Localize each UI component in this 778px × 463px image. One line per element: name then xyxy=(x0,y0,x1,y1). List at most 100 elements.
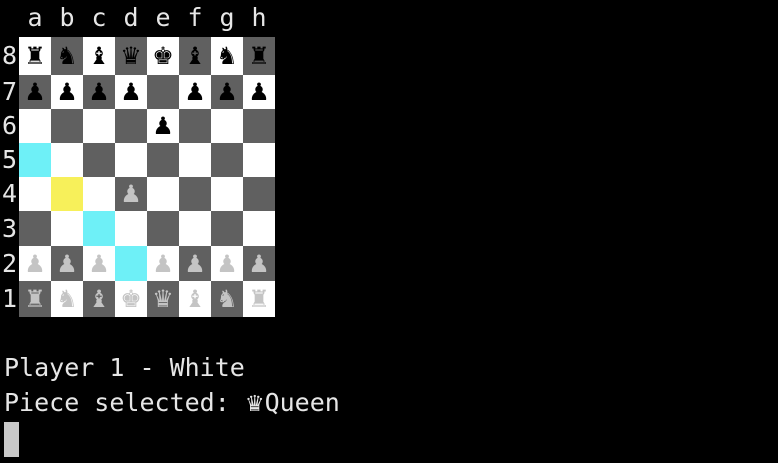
square-d1[interactable]: ♚ xyxy=(115,281,147,317)
square-h2[interactable]: ♟ xyxy=(243,246,275,281)
white-pawn-icon[interactable]: ♟ xyxy=(152,252,174,276)
square-g6[interactable] xyxy=(211,109,243,143)
white-pawn-icon[interactable]: ♟ xyxy=(216,252,238,276)
black-pawn-icon[interactable]: ♟ xyxy=(120,80,142,104)
square-g4[interactable] xyxy=(211,177,243,211)
black-bishop-icon[interactable]: ♝ xyxy=(88,44,110,68)
white-pawn-icon[interactable]: ♟ xyxy=(88,252,110,276)
square-h7[interactable]: ♟ xyxy=(243,75,275,109)
square-f6[interactable] xyxy=(179,109,211,143)
square-a8[interactable]: ♜ xyxy=(19,37,51,75)
square-e4[interactable] xyxy=(147,177,179,211)
black-pawn-icon[interactable]: ♟ xyxy=(184,80,206,104)
square-g3[interactable] xyxy=(211,211,243,246)
square-d2[interactable] xyxy=(115,246,147,281)
white-pawn-icon[interactable]: ♟ xyxy=(248,252,270,276)
square-g2[interactable]: ♟ xyxy=(211,246,243,281)
square-h8[interactable]: ♜ xyxy=(243,37,275,75)
square-c8[interactable]: ♝ xyxy=(83,37,115,75)
square-e8[interactable]: ♚ xyxy=(147,37,179,75)
square-e2[interactable]: ♟ xyxy=(147,246,179,281)
square-d4[interactable]: ♟ xyxy=(115,177,147,211)
square-h3[interactable] xyxy=(243,211,275,246)
white-bishop-icon[interactable]: ♝ xyxy=(88,287,110,311)
square-c1[interactable]: ♝ xyxy=(83,281,115,317)
square-e6[interactable]: ♟ xyxy=(147,109,179,143)
black-queen-icon[interactable]: ♛ xyxy=(120,44,142,68)
white-knight-icon[interactable]: ♞ xyxy=(56,287,78,311)
chess-board[interactable]: ♜ ♞ ♝ ♛ ♚ ♝ ♞ ♜ ♟ ♟ ♟ ♟ ♟ ♟ ♟ ♟ ♟ ♟ ♟ ♟ ♟ ♟ ♟ ♟ ♜ ♞ ♝ ♚ ♛ ♝ ♞ ♜ xyxy=(19,37,275,317)
square-d8[interactable]: ♛ xyxy=(115,37,147,75)
square-h1[interactable]: ♜ xyxy=(243,281,275,317)
square-b6[interactable] xyxy=(51,109,83,143)
black-pawn-icon[interactable]: ♟ xyxy=(248,80,270,104)
black-rook-icon[interactable]: ♜ xyxy=(24,44,46,68)
square-d6[interactable] xyxy=(115,109,147,143)
square-b4[interactable] xyxy=(51,177,83,211)
square-a1[interactable]: ♜ xyxy=(19,281,51,317)
square-b3[interactable] xyxy=(51,211,83,246)
black-bishop-icon[interactable]: ♝ xyxy=(184,44,206,68)
square-b8[interactable]: ♞ xyxy=(51,37,83,75)
black-rook-icon[interactable]: ♜ xyxy=(248,44,270,68)
square-a5[interactable] xyxy=(19,143,51,177)
white-pawn-icon[interactable]: ♟ xyxy=(120,182,142,206)
square-f1[interactable]: ♝ xyxy=(179,281,211,317)
square-b1[interactable]: ♞ xyxy=(51,281,83,317)
square-f8[interactable]: ♝ xyxy=(179,37,211,75)
square-g8[interactable]: ♞ xyxy=(211,37,243,75)
square-b2[interactable]: ♟ xyxy=(51,246,83,281)
square-c6[interactable] xyxy=(83,109,115,143)
rank-label-1: 1 xyxy=(1,284,18,313)
black-pawn-icon[interactable]: ♟ xyxy=(24,80,46,104)
black-knight-icon[interactable]: ♞ xyxy=(56,44,78,68)
square-c3[interactable] xyxy=(83,211,115,246)
square-f2[interactable]: ♟ xyxy=(179,246,211,281)
white-queen-icon[interactable]: ♛ xyxy=(152,287,174,311)
square-a2[interactable]: ♟ xyxy=(19,246,51,281)
square-e7[interactable] xyxy=(147,75,179,109)
black-knight-icon[interactable]: ♞ xyxy=(216,44,238,68)
square-h5[interactable] xyxy=(243,143,275,177)
square-e5[interactable] xyxy=(147,143,179,177)
square-e3[interactable] xyxy=(147,211,179,246)
square-e1[interactable]: ♛ xyxy=(147,281,179,317)
terminal-cursor[interactable] xyxy=(4,422,19,457)
square-g5[interactable] xyxy=(211,143,243,177)
black-pawn-icon[interactable]: ♟ xyxy=(152,114,174,138)
square-f3[interactable] xyxy=(179,211,211,246)
black-pawn-icon[interactable]: ♟ xyxy=(88,80,110,104)
square-f4[interactable] xyxy=(179,177,211,211)
white-pawn-icon[interactable]: ♟ xyxy=(184,252,206,276)
square-h6[interactable] xyxy=(243,109,275,143)
white-knight-icon[interactable]: ♞ xyxy=(216,287,238,311)
square-a3[interactable] xyxy=(19,211,51,246)
black-pawn-icon[interactable]: ♟ xyxy=(216,80,238,104)
square-c4[interactable] xyxy=(83,177,115,211)
square-d3[interactable] xyxy=(115,211,147,246)
square-a7[interactable]: ♟ xyxy=(19,75,51,109)
square-b7[interactable]: ♟ xyxy=(51,75,83,109)
square-b5[interactable] xyxy=(51,143,83,177)
white-rook-icon[interactable]: ♜ xyxy=(24,287,46,311)
file-label-a: a xyxy=(27,3,43,32)
square-h4[interactable] xyxy=(243,177,275,211)
white-pawn-icon[interactable]: ♟ xyxy=(24,252,46,276)
square-a6[interactable] xyxy=(19,109,51,143)
black-pawn-icon[interactable]: ♟ xyxy=(56,80,78,104)
white-pawn-icon[interactable]: ♟ xyxy=(56,252,78,276)
white-rook-icon[interactable]: ♜ xyxy=(248,287,270,311)
white-king-icon[interactable]: ♚ xyxy=(120,287,142,311)
square-c5[interactable] xyxy=(83,143,115,177)
square-f7[interactable]: ♟ xyxy=(179,75,211,109)
square-d5[interactable] xyxy=(115,143,147,177)
square-g7[interactable]: ♟ xyxy=(211,75,243,109)
square-d7[interactable]: ♟ xyxy=(115,75,147,109)
square-a4[interactable] xyxy=(19,177,51,211)
square-c7[interactable]: ♟ xyxy=(83,75,115,109)
square-g1[interactable]: ♞ xyxy=(211,281,243,317)
square-c2[interactable]: ♟ xyxy=(83,246,115,281)
black-king-icon[interactable]: ♚ xyxy=(152,44,174,68)
white-bishop-icon[interactable]: ♝ xyxy=(184,287,206,311)
square-f5[interactable] xyxy=(179,143,211,177)
